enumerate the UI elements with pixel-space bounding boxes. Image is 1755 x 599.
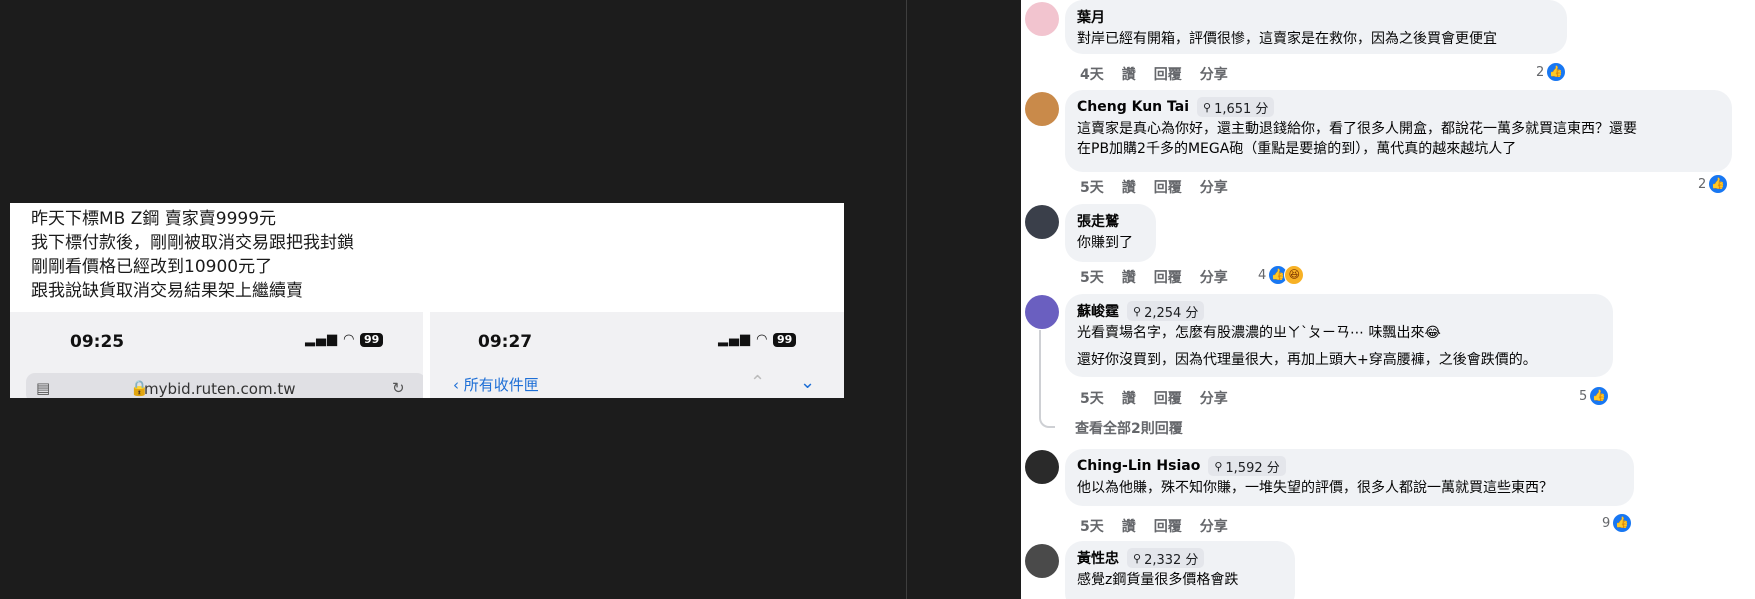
comment-actions: 5天 讚 回覆 分享 <box>1080 516 1228 536</box>
comments-panel: 葉月 對岸已經有開箱，評價很慘，這賣家是在救你，因為之後買會更便宜 2 👍 4天 … <box>1021 0 1755 599</box>
reload-icon: ↻ <box>392 379 405 397</box>
like-button[interactable]: 讚 <box>1122 177 1136 197</box>
like-button[interactable]: 讚 <box>1122 388 1136 408</box>
right-phone-time: 09:27 <box>478 332 533 352</box>
reply-button[interactable]: 回覆 <box>1154 516 1182 536</box>
gap-background <box>907 0 1021 599</box>
comment-actions: 5天 讚 回覆 分享 <box>1080 267 1228 287</box>
reaction-count[interactable]: 5 👍 <box>1579 386 1610 406</box>
comment-bubble: Cheng Kun Tai ⚲ 1,651 分 這賣家是真心為你好，還主動退錢給你… <box>1065 90 1732 172</box>
chevron-down-icon: ⌄ <box>800 372 816 393</box>
reaction-count[interactable]: 4 👍 😆 <box>1258 265 1305 285</box>
comment-actions: 5天 讚 回覆 分享 <box>1080 388 1228 408</box>
comment-age[interactable]: 4天 <box>1080 64 1104 84</box>
comment-bubble: 張走鷲 你賺到了 <box>1065 204 1156 262</box>
points-badge-icon: ⚲ <box>1203 100 1212 114</box>
commenter-name[interactable]: 蘇峻霆 <box>1077 301 1119 321</box>
share-button[interactable]: 分享 <box>1200 516 1228 536</box>
points-badge[interactable]: ⚲ 1,592 分 <box>1208 456 1286 476</box>
share-button[interactable]: 分享 <box>1200 64 1228 84</box>
signal-wifi-icon: ▂▄▆ ◠ <box>305 332 356 347</box>
like-button[interactable]: 讚 <box>1122 516 1136 536</box>
like-icon: 👍 <box>1589 386 1610 406</box>
comment-text: 光看賣場名字，怎麼有股濃濃的ㄓㄚˋㄆㄧㄢ⋯ 味飄出來😂 <box>1077 325 1441 341</box>
reply-button[interactable]: 回覆 <box>1154 177 1182 197</box>
comment-age[interactable]: 5天 <box>1080 516 1104 536</box>
reply-button[interactable]: 回覆 <box>1154 267 1182 287</box>
share-button[interactable]: 分享 <box>1200 177 1228 197</box>
commenter-name[interactable]: Ching-Lin Hsiao <box>1077 458 1200 474</box>
reader-icon: ▤ <box>36 379 51 397</box>
phone-separator <box>423 312 430 398</box>
avatar[interactable] <box>1025 2 1059 36</box>
share-button[interactable]: 分享 <box>1200 388 1228 408</box>
comment-bubble: Ching-Lin Hsiao ⚲ 1,592 分 他以為他賺，殊不知你賺，一堆失… <box>1065 449 1634 506</box>
comment-text: 對岸已經有開箱，評價很慘，這賣家是在救你，因為之後買會更便宜 <box>1077 31 1497 47</box>
commenter-name[interactable]: Cheng Kun Tai <box>1077 99 1189 115</box>
avatar[interactable] <box>1025 450 1059 484</box>
like-icon: 👍 <box>1546 62 1567 82</box>
post-image[interactable]: 昨天下標MB Z鋼 賣家賣9999元 我下標付款後，剛剛被取消交易跟把我封鎖 剛… <box>10 203 844 398</box>
comment-actions: 5天 讚 回覆 分享 <box>1080 177 1228 197</box>
like-button[interactable]: 讚 <box>1122 64 1136 84</box>
url-text: mybid.ruten.com.tw <box>144 380 296 398</box>
comment-bubble: 葉月 對岸已經有開箱，評價很慘，這賣家是在救你，因為之後買會更便宜 <box>1065 0 1567 54</box>
caption-line: 昨天下標MB Z鋼 賣家賣9999元 <box>31 209 277 229</box>
right-phone-battery: 99 <box>773 333 797 347</box>
points-badge[interactable]: ⚲ 1,651 分 <box>1197 97 1275 117</box>
caption-line: 剛剛看價格已經改到10900元了 <box>31 257 273 277</box>
like-icon: 👍 <box>1708 174 1729 194</box>
reply-thread-line <box>1039 330 1055 428</box>
comment-text: 在PB加購2千多的MEGA砲（重點是要搶的到），萬代真的越來越坑人了 <box>1077 141 1517 157</box>
reply-button[interactable]: 回覆 <box>1154 388 1182 408</box>
view-all-replies[interactable]: 查看全部2則回覆 <box>1075 418 1183 438</box>
points-badge[interactable]: ⚲ 2,254 分 <box>1127 301 1205 321</box>
comment-text: 你賺到了 <box>1077 235 1133 251</box>
reaction-count[interactable]: 9 👍 <box>1602 513 1633 533</box>
chevron-up-icon: ⌃ <box>750 372 766 393</box>
reaction-count[interactable]: 2 👍 <box>1698 174 1729 194</box>
caption-line: 我下標付款後，剛剛被取消交易跟把我封鎖 <box>31 233 354 253</box>
haha-icon: 😆 <box>1284 265 1305 285</box>
reply-button[interactable]: 回覆 <box>1154 64 1182 84</box>
comment-text: 感覺z鋼貨量很多價格會跌 <box>1077 572 1239 588</box>
points-badge-icon: ⚲ <box>1214 459 1223 473</box>
comment-age[interactable]: 5天 <box>1080 267 1104 287</box>
signal-wifi-icon: ▂▄▆ ◠ <box>718 332 769 347</box>
comment-bubble: 蘇峻霆 ⚲ 2,254 分 光看賣場名字，怎麼有股濃濃的ㄓㄚˋㄆㄧㄢ⋯ 味飄出來😂… <box>1065 294 1613 377</box>
avatar[interactable] <box>1025 205 1059 239</box>
back-to-inbox: ‹ 所有收件匣 <box>453 376 539 394</box>
caption-line: 跟我說缺貨取消交易結果架上繼續賣 <box>31 281 303 301</box>
inbox-label: 所有收件匣 <box>463 376 539 394</box>
like-button[interactable]: 讚 <box>1122 267 1136 287</box>
comment-age[interactable]: 5天 <box>1080 177 1104 197</box>
comment-bubble: 黃性忠 ⚲ 2,332 分 感覺z鋼貨量很多價格會跌 <box>1065 541 1295 599</box>
share-button[interactable]: 分享 <box>1200 267 1228 287</box>
commenter-name[interactable]: 黃性忠 <box>1077 548 1119 568</box>
comment-text: 這賣家是真心為你好，還主動退錢給你，看了很多人開盒，都說花一萬多就買這東西？還要 <box>1077 121 1637 137</box>
commenter-name[interactable]: 張走鷲 <box>1077 211 1119 231</box>
avatar[interactable] <box>1025 544 1059 578</box>
avatar[interactable] <box>1025 295 1059 329</box>
points-badge-icon: ⚲ <box>1133 551 1142 565</box>
commenter-name[interactable]: 葉月 <box>1077 7 1105 27</box>
left-phone-time: 09:25 <box>70 332 125 352</box>
comment-age[interactable]: 5天 <box>1080 388 1104 408</box>
left-phone-battery: 99 <box>360 333 384 347</box>
like-icon: 👍 <box>1612 513 1633 533</box>
comment-actions: 4天 讚 回覆 分享 <box>1080 64 1228 84</box>
points-badge-icon: ⚲ <box>1133 304 1142 318</box>
comment-text: 他以為他賺，殊不知你賺，一堆失望的評價，很多人都說一萬就買這些東西？ <box>1077 480 1553 496</box>
reaction-count[interactable]: 2 👍 <box>1536 62 1567 82</box>
points-badge[interactable]: ⚲ 2,332 分 <box>1127 548 1205 568</box>
comment-text: 還好你沒買到，因為代理量很大，再加上頭大+穿高腰褲，之後會跌價的。 <box>1077 352 1537 368</box>
avatar[interactable] <box>1025 92 1059 126</box>
